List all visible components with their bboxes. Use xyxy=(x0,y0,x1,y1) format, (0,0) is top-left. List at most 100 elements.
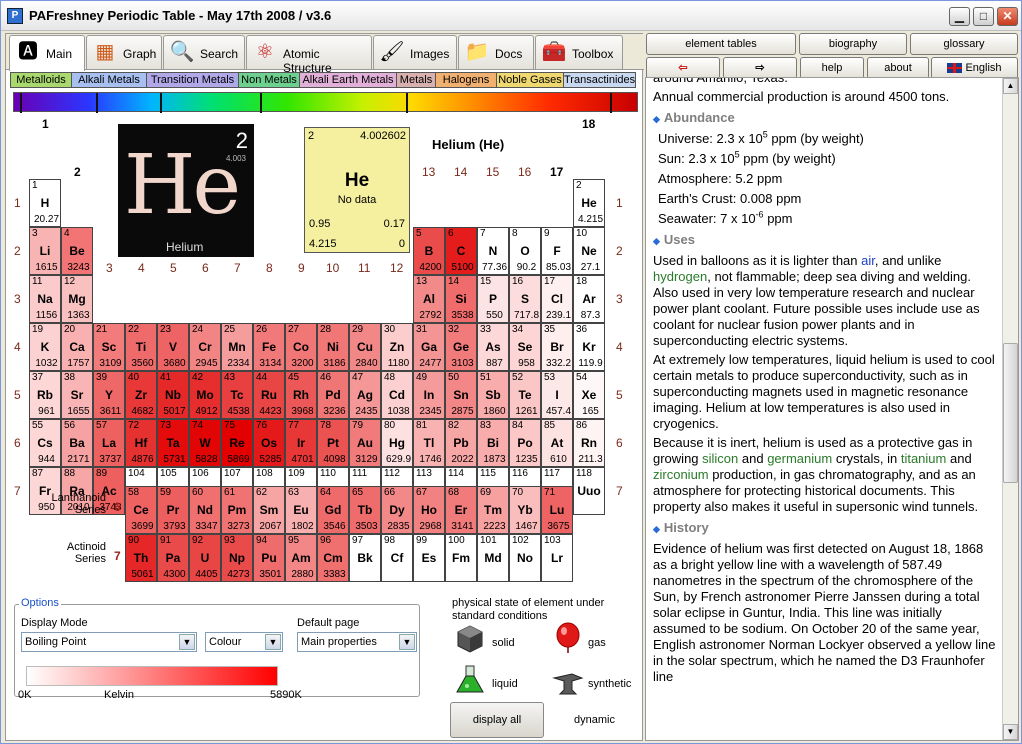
element-cell-nb[interactable]: 41 Nb 5017 xyxy=(157,371,189,419)
minimize-button[interactable]: ▁ xyxy=(949,7,970,26)
element-cell-zr[interactable]: 40 Zr 4682 xyxy=(125,371,157,419)
element-cell-ba[interactable]: 56 Ba 2171 xyxy=(61,419,93,467)
element-cell-pr[interactable]: 59 Pr 3793 xyxy=(157,486,189,534)
scroll-up-icon[interactable]: ▲ xyxy=(1003,78,1018,94)
element-cell-na[interactable]: 11 Na 1156 xyxy=(29,275,61,323)
element-cell-pd[interactable]: 46 Pd 3236 xyxy=(317,371,349,419)
element-cell-mo[interactable]: 42 Mo 4912 xyxy=(189,371,221,419)
display-all-button[interactable]: display all xyxy=(450,702,544,738)
element-cell-rn[interactable]: 86 Rn 211.3 xyxy=(573,419,605,467)
element-cell-dy[interactable]: 66 Dy 2835 xyxy=(381,486,413,534)
element-cell-s[interactable]: 16 S 717.8 xyxy=(509,275,541,323)
element-cell-sb[interactable]: 51 Sb 1860 xyxy=(477,371,509,419)
element-cell-sr[interactable]: 38 Sr 1655 xyxy=(61,371,93,419)
element-cell-ni[interactable]: 28 Ni 3186 xyxy=(317,323,349,371)
element-cell-yb[interactable]: 70 Yb 1467 xyxy=(509,486,541,534)
element-cell-es[interactable]: 99 Es xyxy=(413,534,445,582)
element-cell-np[interactable]: 93 Np 4273 xyxy=(221,534,253,582)
element-cell-i[interactable]: 53 I 457.4 xyxy=(541,371,573,419)
tab-atomic-structure[interactable]: ⚛ Atomic Structure xyxy=(246,35,372,75)
element-cell-sn[interactable]: 50 Sn 2875 xyxy=(445,371,477,419)
category-4[interactable]: Alkali Earth Metals xyxy=(299,72,397,88)
element-cell-eu[interactable]: 63 Eu 1802 xyxy=(285,486,317,534)
element-cell-w[interactable]: 74 W 5828 xyxy=(189,419,221,467)
element-cell-be[interactable]: 4 Be 3243 xyxy=(61,227,93,275)
element-cell-re[interactable]: 75 Re 5869 xyxy=(221,419,253,467)
element-cell-ga[interactable]: 31 Ga 2477 xyxy=(413,323,445,371)
element-cell-in[interactable]: 49 In 2345 xyxy=(413,371,445,419)
title-bar[interactable]: P PAFreshney Periodic Table - May 17th 2… xyxy=(1,1,1021,31)
element-cell-tm[interactable]: 69 Tm 2223 xyxy=(477,486,509,534)
element-cell-zn[interactable]: 30 Zn 1180 xyxy=(381,323,413,371)
element-cell-k[interactable]: 19 K 1032 xyxy=(29,323,61,371)
category-8[interactable]: Transactinides xyxy=(563,72,636,88)
element-cell-md[interactable]: 101 Md xyxy=(477,534,509,582)
element-cell-pm[interactable]: 61 Pm 3273 xyxy=(221,486,253,534)
element-cell-h[interactable]: 1 H 20.27 xyxy=(29,179,61,227)
element-cell-pa[interactable]: 91 Pa 4300 xyxy=(157,534,189,582)
element-tables-button[interactable]: element tables xyxy=(646,33,796,55)
category-2[interactable]: Transition Metals xyxy=(146,72,239,88)
element-cell-tb[interactable]: 65 Tb 3503 xyxy=(349,486,381,534)
element-cell-sc[interactable]: 21 Sc 3109 xyxy=(93,323,125,371)
element-cell-hg[interactable]: 80 Hg 629.9 xyxy=(381,419,413,467)
about-button[interactable]: about xyxy=(867,57,929,79)
element-cell-cf[interactable]: 98 Cf xyxy=(381,534,413,582)
element-cell-tl[interactable]: 81 Tl 1746 xyxy=(413,419,445,467)
link-air[interactable]: air xyxy=(861,253,875,268)
close-button[interactable]: ✕ xyxy=(997,7,1018,26)
element-cell-no[interactable]: 102 No xyxy=(509,534,541,582)
language-button[interactable]: English xyxy=(931,57,1018,79)
element-cell-ne[interactable]: 10 Ne 27.1 xyxy=(573,227,605,275)
element-cell-au[interactable]: 79 Au 3129 xyxy=(349,419,381,467)
link-zirconium[interactable]: zirconium xyxy=(653,467,709,482)
element-cell-he[interactable]: 2 He 4.215 xyxy=(573,179,605,227)
category-5[interactable]: Metals xyxy=(396,72,436,88)
element-cell-rb[interactable]: 37 Rb 961 xyxy=(29,371,61,419)
vertical-scrollbar[interactable]: ▲ ▼ xyxy=(1002,78,1018,740)
element-cell-bi[interactable]: 83 Bi 1873 xyxy=(477,419,509,467)
element-cell-gd[interactable]: 64 Gd 3546 xyxy=(317,486,349,534)
tab-graph[interactable]: ▦ Graph xyxy=(86,35,162,69)
element-cell-n[interactable]: 7 N 77.36 xyxy=(477,227,509,275)
element-cell-lr[interactable]: 103 Lr xyxy=(541,534,573,582)
scrollbar-thumb[interactable] xyxy=(1003,343,1018,483)
element-cell-mn[interactable]: 25 Mn 2334 xyxy=(221,323,253,371)
element-cell-lu[interactable]: 71 Lu 3675 xyxy=(541,486,573,534)
element-cell-v[interactable]: 23 V 3680 xyxy=(157,323,189,371)
element-cell-li[interactable]: 3 Li 1615 xyxy=(29,227,61,275)
element-cell-th[interactable]: 90 Th 5061 xyxy=(125,534,157,582)
tab-search[interactable]: 🔍 Search xyxy=(163,35,245,69)
element-cell-la[interactable]: 57 La 3737 xyxy=(93,419,125,467)
element-cell-o[interactable]: 8 O 90.2 xyxy=(509,227,541,275)
element-cell-mg[interactable]: 12 Mg 1363 xyxy=(61,275,93,323)
element-cell-po[interactable]: 84 Po 1235 xyxy=(509,419,541,467)
element-cell-se[interactable]: 34 Se 958 xyxy=(509,323,541,371)
category-7[interactable]: Noble Gases xyxy=(496,72,564,88)
category-3[interactable]: Non Metals xyxy=(238,72,300,88)
element-cell-ge[interactable]: 32 Ge 3103 xyxy=(445,323,477,371)
forward-button[interactable]: ⇨ xyxy=(723,57,797,79)
article-view[interactable]: around Amarillo, Texas. Annual commercia… xyxy=(645,77,1019,741)
element-cell-ce[interactable]: 58 Ce 3699 xyxy=(125,486,157,534)
element-cell-hf[interactable]: 72 Hf 4876 xyxy=(125,419,157,467)
element-cell-xe[interactable]: 54 Xe 165 xyxy=(573,371,605,419)
element-cell-te[interactable]: 52 Te 1261 xyxy=(509,371,541,419)
element-cell-er[interactable]: 68 Er 3141 xyxy=(445,486,477,534)
element-cell-ag[interactable]: 47 Ag 2435 xyxy=(349,371,381,419)
element-cell-al[interactable]: 13 Al 2792 xyxy=(413,275,445,323)
tab-docs[interactable]: 📁 Docs xyxy=(458,35,534,69)
element-cell-p[interactable]: 15 P 550 xyxy=(477,275,509,323)
element-cell-cu[interactable]: 29 Cu 2840 xyxy=(349,323,381,371)
element-cell-cd[interactable]: 48 Cd 1038 xyxy=(381,371,413,419)
element-cell-cr[interactable]: 24 Cr 2945 xyxy=(189,323,221,371)
element-cell-as[interactable]: 33 As 887 xyxy=(477,323,509,371)
category-6[interactable]: Halogens xyxy=(435,72,497,88)
element-cell-cs[interactable]: 55 Cs 944 xyxy=(29,419,61,467)
element-cell-co[interactable]: 27 Co 3200 xyxy=(285,323,317,371)
element-cell-ca[interactable]: 20 Ca 1757 xyxy=(61,323,93,371)
element-cell-ti[interactable]: 22 Ti 3560 xyxy=(125,323,157,371)
element-cell-kr[interactable]: 36 Kr 119.9 xyxy=(573,323,605,371)
tab-images[interactable]: 🖌 Images xyxy=(373,35,457,69)
biography-button[interactable]: biography xyxy=(799,33,907,55)
